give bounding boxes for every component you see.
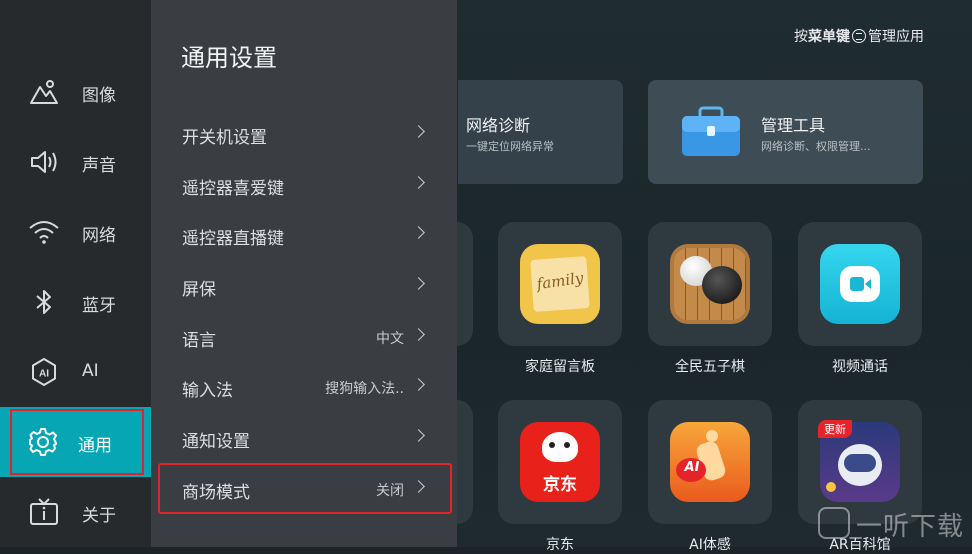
setting-row-live-key[interactable]: 遥控器直播键 bbox=[151, 210, 457, 260]
nav-item-label: 网络 bbox=[82, 226, 116, 246]
app-tile-family-board[interactable]: family bbox=[498, 222, 622, 346]
family-board-icon: family bbox=[520, 244, 600, 324]
nav-item-label: 关于 bbox=[82, 506, 116, 526]
setting-row-screensaver[interactable]: 屏保 bbox=[151, 261, 457, 311]
nav-item-label: 图像 bbox=[82, 86, 116, 106]
jd-icon: 京东 bbox=[520, 422, 600, 502]
panel-title: 通用设置 bbox=[181, 44, 277, 72]
app-label: 视频通话 bbox=[832, 359, 888, 375]
image-icon bbox=[30, 80, 58, 104]
chevron-right-icon bbox=[412, 378, 425, 391]
management-tools-card[interactable]: 管理工具 网络诊断、权限管理... bbox=[648, 80, 923, 184]
video-call-icon bbox=[820, 244, 900, 324]
nav-item-label: 声音 bbox=[82, 156, 116, 176]
setting-value: 中文 bbox=[376, 331, 404, 347]
bluetooth-icon bbox=[36, 290, 51, 314]
watermark-logo-icon bbox=[818, 507, 850, 539]
chevron-right-icon bbox=[412, 277, 425, 290]
ai-icon: AI bbox=[32, 358, 56, 386]
app-tile-jd[interactable]: 京东 bbox=[498, 400, 622, 524]
chevron-right-icon bbox=[412, 176, 425, 189]
nav-item-image[interactable]: 图像 bbox=[0, 57, 151, 127]
network-diagnosis-card[interactable]: 网络诊断 一键定位网络异常 bbox=[458, 80, 623, 184]
nav-item-label: AI bbox=[82, 361, 99, 381]
wifi-icon bbox=[29, 221, 59, 244]
setting-row-input-method[interactable]: 输入法 搜狗输入法.. bbox=[151, 362, 457, 412]
chevron-right-icon bbox=[412, 226, 425, 239]
nav-item-ai[interactable]: AI AI bbox=[0, 337, 151, 407]
manage-apps-hint: 按菜单键 管理应用 bbox=[794, 29, 924, 45]
app-tile-ai-motion[interactable]: AI bbox=[648, 400, 772, 524]
app-tile-gomoku[interactable] bbox=[648, 222, 772, 346]
app-tile-video-call[interactable] bbox=[798, 222, 922, 346]
ai-motion-icon: AI bbox=[670, 422, 750, 502]
app-label: 全民五子棋 bbox=[675, 359, 745, 375]
speaker-icon bbox=[31, 151, 57, 173]
nav-item-sound[interactable]: 声音 bbox=[0, 127, 151, 197]
gomoku-icon bbox=[670, 244, 750, 324]
setting-label: 通知设置 bbox=[182, 432, 250, 452]
chevron-right-icon bbox=[412, 429, 425, 442]
jd-logo-text: 京东 bbox=[543, 475, 577, 495]
highlight-box-store-mode bbox=[158, 463, 452, 514]
nav-item-bluetooth[interactable]: 蓝牙 bbox=[0, 267, 151, 337]
svg-text:AI: AI bbox=[39, 369, 49, 380]
card-subtitle: 网络诊断、权限管理... bbox=[761, 140, 871, 153]
setting-label: 屏保 bbox=[182, 280, 216, 300]
ai-logo-text: AI bbox=[684, 460, 700, 475]
highlight-box-general bbox=[10, 409, 144, 475]
setting-label: 遥控器喜爱键 bbox=[182, 179, 284, 199]
setting-row-favorite-key[interactable]: 遥控器喜爱键 bbox=[151, 160, 457, 210]
menu-key-icon bbox=[852, 29, 866, 43]
setting-label: 语言 bbox=[182, 331, 216, 351]
app-label: 京东 bbox=[546, 537, 574, 553]
chevron-right-icon bbox=[412, 328, 425, 341]
app-label: AI体感 bbox=[689, 537, 731, 553]
setting-label: 遥控器直播键 bbox=[182, 229, 284, 249]
nav-item-network[interactable]: 网络 bbox=[0, 197, 151, 267]
setting-row-power[interactable]: 开关机设置 bbox=[151, 109, 457, 159]
watermark: 一听下载 bbox=[818, 506, 964, 543]
setting-label: 开关机设置 bbox=[182, 128, 267, 148]
update-badge: 更新 bbox=[818, 420, 852, 438]
setting-row-language[interactable]: 语言 中文 bbox=[151, 312, 457, 362]
setting-label: 输入法 bbox=[182, 381, 233, 401]
toolbox-icon bbox=[682, 106, 740, 156]
setting-value: 搜狗输入法.. bbox=[325, 381, 404, 397]
nav-item-about[interactable]: 关于 bbox=[0, 477, 151, 547]
card-subtitle: 一键定位网络异常 bbox=[466, 140, 554, 153]
chevron-right-icon bbox=[412, 125, 425, 138]
card-title: 网络诊断 bbox=[466, 116, 531, 135]
card-title: 管理工具 bbox=[761, 116, 826, 135]
app-label: 家庭留言板 bbox=[525, 359, 595, 375]
tv-info-icon bbox=[30, 498, 58, 525]
nav-item-label: 蓝牙 bbox=[82, 296, 116, 316]
setting-row-notifications[interactable]: 通知设置 bbox=[151, 413, 457, 463]
